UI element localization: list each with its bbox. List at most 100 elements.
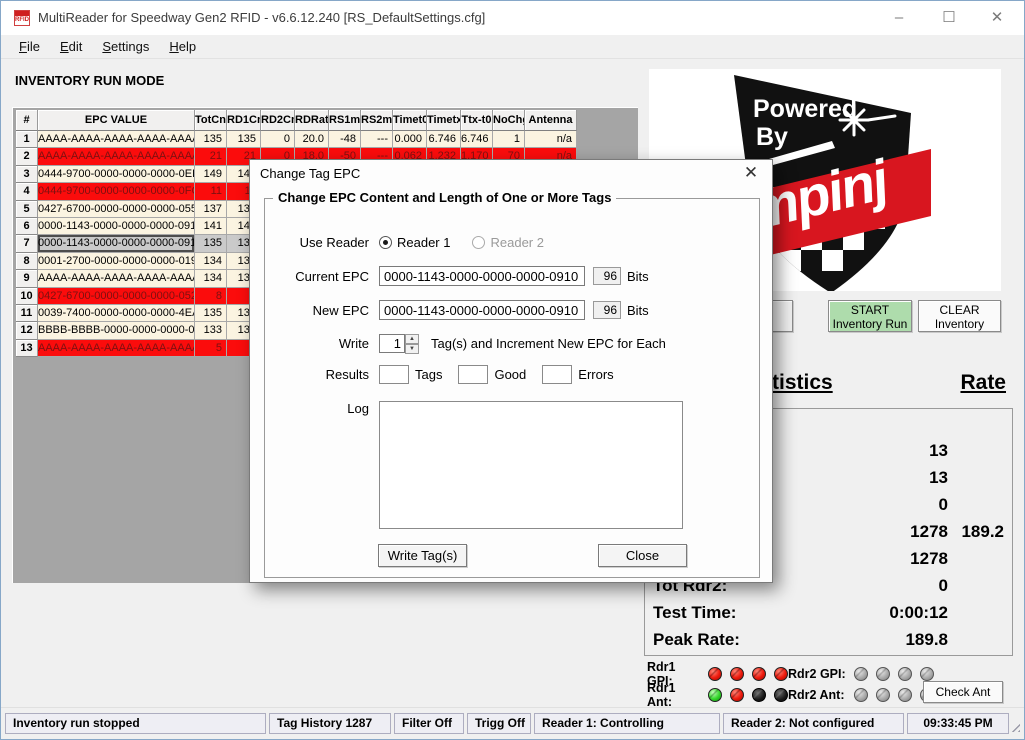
led-indicator-gray (876, 688, 890, 702)
stat-value: 1278 (793, 522, 948, 542)
reader2-radio[interactable] (472, 236, 485, 249)
led-indicator-red (774, 667, 788, 681)
column-header[interactable]: RD2Cnt (261, 110, 295, 131)
value-cell: 135 (195, 131, 227, 148)
column-header[interactable]: # (16, 110, 38, 131)
write-tags-button[interactable]: Write Tag(s) (378, 544, 467, 567)
epc-cell: 0444-9700-0000-0000-0000-0EE6 (38, 166, 195, 183)
menu-item-ettings[interactable]: Settings (92, 37, 159, 56)
led-group-label: Rdr2 GPI: (788, 667, 846, 681)
row-number-cell: 7 (16, 235, 38, 252)
bits-label: Bits (627, 269, 649, 284)
reader1-label[interactable]: Reader 1 (397, 235, 450, 250)
led-indicator-black (752, 688, 766, 702)
menu-accel: S (102, 39, 111, 54)
column-header[interactable]: TotCnt (195, 110, 227, 131)
column-header[interactable]: RS2mx (361, 110, 393, 131)
write-suffix-label: Tag(s) and Increment New EPC for Each (431, 336, 666, 351)
value-cell: 135 (195, 235, 227, 252)
row-number-cell: 11 (16, 305, 38, 322)
row-number-cell: 6 (16, 218, 38, 235)
value-cell: 21 (195, 148, 227, 165)
column-header[interactable]: Timetx (427, 110, 461, 131)
value-cell: 133 (195, 322, 227, 339)
new-epc-input[interactable] (379, 300, 585, 320)
column-header[interactable]: Timet0 (393, 110, 427, 131)
value-cell: 135 (195, 305, 227, 322)
write-count-spinner[interactable]: 1 (379, 334, 405, 353)
value-cell: 134 (195, 253, 227, 270)
led-indicator-gray (898, 688, 912, 702)
groupbox-title: Change EPC Content and Length of One or … (273, 190, 616, 205)
status-segment: Trigg Off (467, 713, 531, 734)
spinner-buttons[interactable]: ▲ ▼ (405, 334, 419, 353)
column-header[interactable]: Antenna (525, 110, 577, 131)
log-textarea[interactable] (379, 401, 683, 529)
stat-value: 0 (793, 576, 948, 596)
stat-value: 0 (793, 495, 948, 515)
check-ant-button[interactable]: Check Ant (923, 681, 1003, 703)
status-segment: Filter Off (394, 713, 464, 734)
results-tags-box (379, 365, 409, 384)
new-bits-box: 96 (593, 301, 621, 319)
column-header[interactable]: RD1Cnt (227, 110, 261, 131)
led-indicator-gray (854, 688, 868, 702)
column-header[interactable]: Ttx-t0 (461, 110, 493, 131)
value-cell: --- (361, 131, 393, 148)
menu-label: ile (27, 39, 40, 54)
spin-up-icon[interactable]: ▲ (405, 334, 419, 344)
value-cell: 8 (195, 288, 227, 305)
minimize-button[interactable]: – (877, 1, 921, 34)
start-inventory-run-button[interactable]: START Inventory Run (828, 300, 912, 332)
app-icon: RFID (14, 10, 30, 26)
row-number-cell: 5 (16, 201, 38, 218)
menu-item-elp[interactable]: Help (159, 37, 206, 56)
maximize-button[interactable]: ☐ (927, 1, 971, 34)
dialog-close-icon[interactable]: ✕ (740, 163, 762, 183)
table-header-row: #EPC VALUETotCntRD1CntRD2CntRDRateRS1mxR… (16, 110, 577, 131)
epc-cell: 0427-6700-0000-0000-0000-0520 (38, 288, 195, 305)
current-epc-input[interactable] (379, 266, 585, 286)
column-header[interactable]: RS1mx (329, 110, 361, 131)
row-number-cell: 10 (16, 288, 38, 305)
epc-cell: BBBB-BBBB-0000-0000-0000-0004 (38, 322, 195, 339)
epc-cell: AAAA-AAAA-AAAA-AAAA-AAAA-0008 (38, 270, 195, 287)
dialog-close-button[interactable]: Close (598, 544, 687, 567)
spin-down-icon[interactable]: ▼ (405, 344, 419, 354)
value-cell: 135 (227, 131, 261, 148)
value-cell: 0 (261, 131, 295, 148)
close-button[interactable]: ✕ (975, 1, 1019, 34)
app-window: RFID MultiReader for Speedway Gen2 RFID … (0, 0, 1025, 740)
led-indicator-red (708, 667, 722, 681)
value-cell: -48 (329, 131, 361, 148)
stat-label: Test Time: (653, 603, 793, 623)
column-header[interactable]: NoChg (493, 110, 525, 131)
value-cell: 134 (195, 270, 227, 287)
table-row[interactable]: 1AAAA-AAAA-AAAA-AAAA-AAAA-0002135135020.… (16, 131, 577, 148)
column-header[interactable]: EPC VALUE (38, 110, 195, 131)
inventory-run-mode-label: INVENTORY RUN MODE (15, 73, 164, 88)
clear-inventory-button[interactable]: CLEAR Inventory (918, 300, 1001, 332)
stat-row: Test Time:0:00:12 (645, 599, 1012, 626)
led-group: Rdr2 Ant: (788, 684, 934, 705)
rate-header: Rate (906, 371, 1006, 395)
results-good-box (458, 365, 488, 384)
menu-item-ile[interactable]: File (9, 37, 50, 56)
value-cell: 20.0 (295, 131, 329, 148)
tags-label: Tags (415, 367, 442, 382)
column-header[interactable]: RDRate (295, 110, 329, 131)
reader2-label: Reader 2 (490, 235, 543, 250)
value-cell: 6.746 (427, 131, 461, 148)
epc-cell: 0039-7400-0000-0000-0000-4EA7 (38, 305, 195, 322)
value-cell: 137 (195, 201, 227, 218)
value-cell: 141 (195, 218, 227, 235)
reader1-radio[interactable] (379, 236, 392, 249)
dialog-title-bar[interactable]: Change Tag EPC ✕ (250, 160, 772, 186)
value-cell: 1 (493, 131, 525, 148)
led-indicator-gray (854, 667, 868, 681)
status-segment: Inventory run stopped (5, 713, 266, 734)
menu-item-dit[interactable]: Edit (50, 37, 92, 56)
epc-cell: AAAA-AAAA-AAAA-AAAA-AAAA-0003 (38, 148, 195, 165)
by-text: By (756, 123, 788, 151)
row-number-cell: 4 (16, 183, 38, 200)
